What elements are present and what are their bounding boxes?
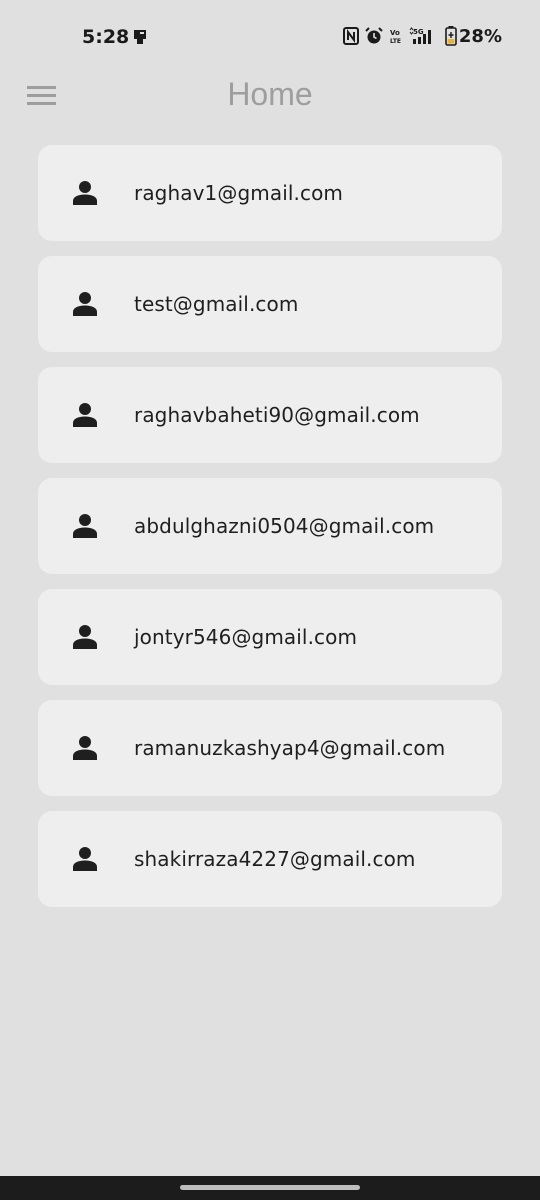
gesture-handle[interactable]: [180, 1185, 360, 1190]
system-nav-bar: [0, 1176, 540, 1200]
user-email: raghavbaheti90@gmail.com: [134, 403, 420, 427]
status-time: 5:28: [82, 26, 130, 48]
user-email: abdulghazni0504@gmail.com: [134, 514, 435, 538]
person-icon: [73, 514, 97, 538]
user-email: raghav1@gmail.com: [134, 181, 343, 205]
person-icon: [73, 625, 97, 649]
user-email: ramanuzkashyap4@gmail.com: [134, 736, 446, 760]
person-icon: [73, 292, 97, 316]
person-icon: [73, 403, 97, 427]
user-list-item[interactable]: ramanuzkashyap4@gmail.com: [38, 700, 502, 796]
nfc-icon: [342, 27, 359, 45]
svg-text:Vo: Vo: [390, 29, 400, 37]
user-list-item[interactable]: test@gmail.com: [38, 256, 502, 352]
status-bar: 5:28 Vo LTE 5G 28%: [0, 0, 540, 72]
user-list: raghav1@gmail.com test@gmail.com raghavb…: [38, 145, 502, 922]
person-icon: [73, 181, 97, 205]
user-list-item[interactable]: raghav1@gmail.com: [38, 145, 502, 241]
5g-signal-icon: 5G: [409, 27, 431, 44]
person-icon: [73, 847, 97, 871]
app-bar: Home: [0, 72, 540, 118]
user-list-item[interactable]: raghavbaheti90@gmail.com: [38, 367, 502, 463]
user-list-item[interactable]: jontyr546@gmail.com: [38, 589, 502, 685]
page-title: Home: [227, 76, 313, 112]
battery-percent: 28%: [458, 25, 502, 47]
alarm-icon: [365, 27, 383, 44]
status-icons: Vo LTE 5G 28%: [342, 24, 502, 48]
volte-icon: Vo LTE: [390, 29, 401, 45]
svg-text:LTE: LTE: [390, 38, 401, 45]
user-list-item[interactable]: shakirraza4227@gmail.com: [38, 811, 502, 907]
user-email: jontyr546@gmail.com: [134, 625, 358, 649]
svg-text:5G: 5G: [413, 28, 424, 36]
user-email: test@gmail.com: [134, 292, 299, 316]
user-list-item[interactable]: abdulghazni0504@gmail.com: [38, 478, 502, 574]
notification-icon: [134, 30, 146, 44]
battery-icon: [445, 26, 457, 46]
user-email: shakirraza4227@gmail.com: [134, 847, 416, 871]
person-icon: [73, 736, 97, 760]
